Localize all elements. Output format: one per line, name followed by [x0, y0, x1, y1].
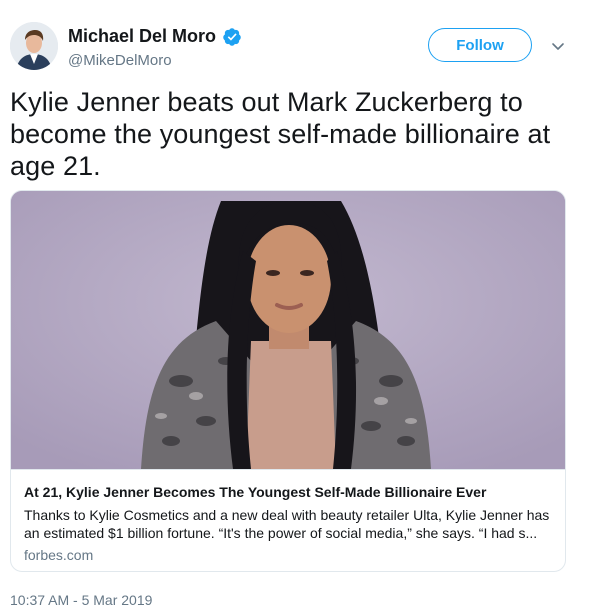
- card-image: [11, 191, 565, 469]
- follow-button[interactable]: Follow: [428, 28, 532, 62]
- author-handle[interactable]: @MikeDelMoro: [68, 52, 172, 69]
- verified-badge-icon: [222, 27, 242, 47]
- author-name[interactable]: Michael Del Moro: [68, 26, 216, 47]
- avatar[interactable]: [10, 22, 58, 70]
- tweet: Michael Del Moro @MikeDelMoro Follow Kyl…: [0, 0, 602, 616]
- avatar-image: [10, 22, 58, 70]
- card-description: Thanks to Kylie Cosmetics and a new deal…: [24, 507, 550, 541]
- card-domain: forbes.com: [24, 547, 94, 563]
- link-card[interactable]: At 21, Kylie Jenner Becomes The Youngest…: [10, 190, 566, 572]
- author-name-row: Michael Del Moro: [68, 26, 242, 47]
- tweet-text: Kylie Jenner beats out Mark Zuckerberg t…: [10, 87, 551, 181]
- chevron-down-icon[interactable]: [548, 36, 568, 56]
- tweet-timestamp[interactable]: 10:37 AM - 5 Mar 2019: [10, 592, 152, 608]
- card-title: At 21, Kylie Jenner Becomes The Youngest…: [24, 484, 487, 500]
- card-body: At 21, Kylie Jenner Becomes The Youngest…: [11, 469, 565, 571]
